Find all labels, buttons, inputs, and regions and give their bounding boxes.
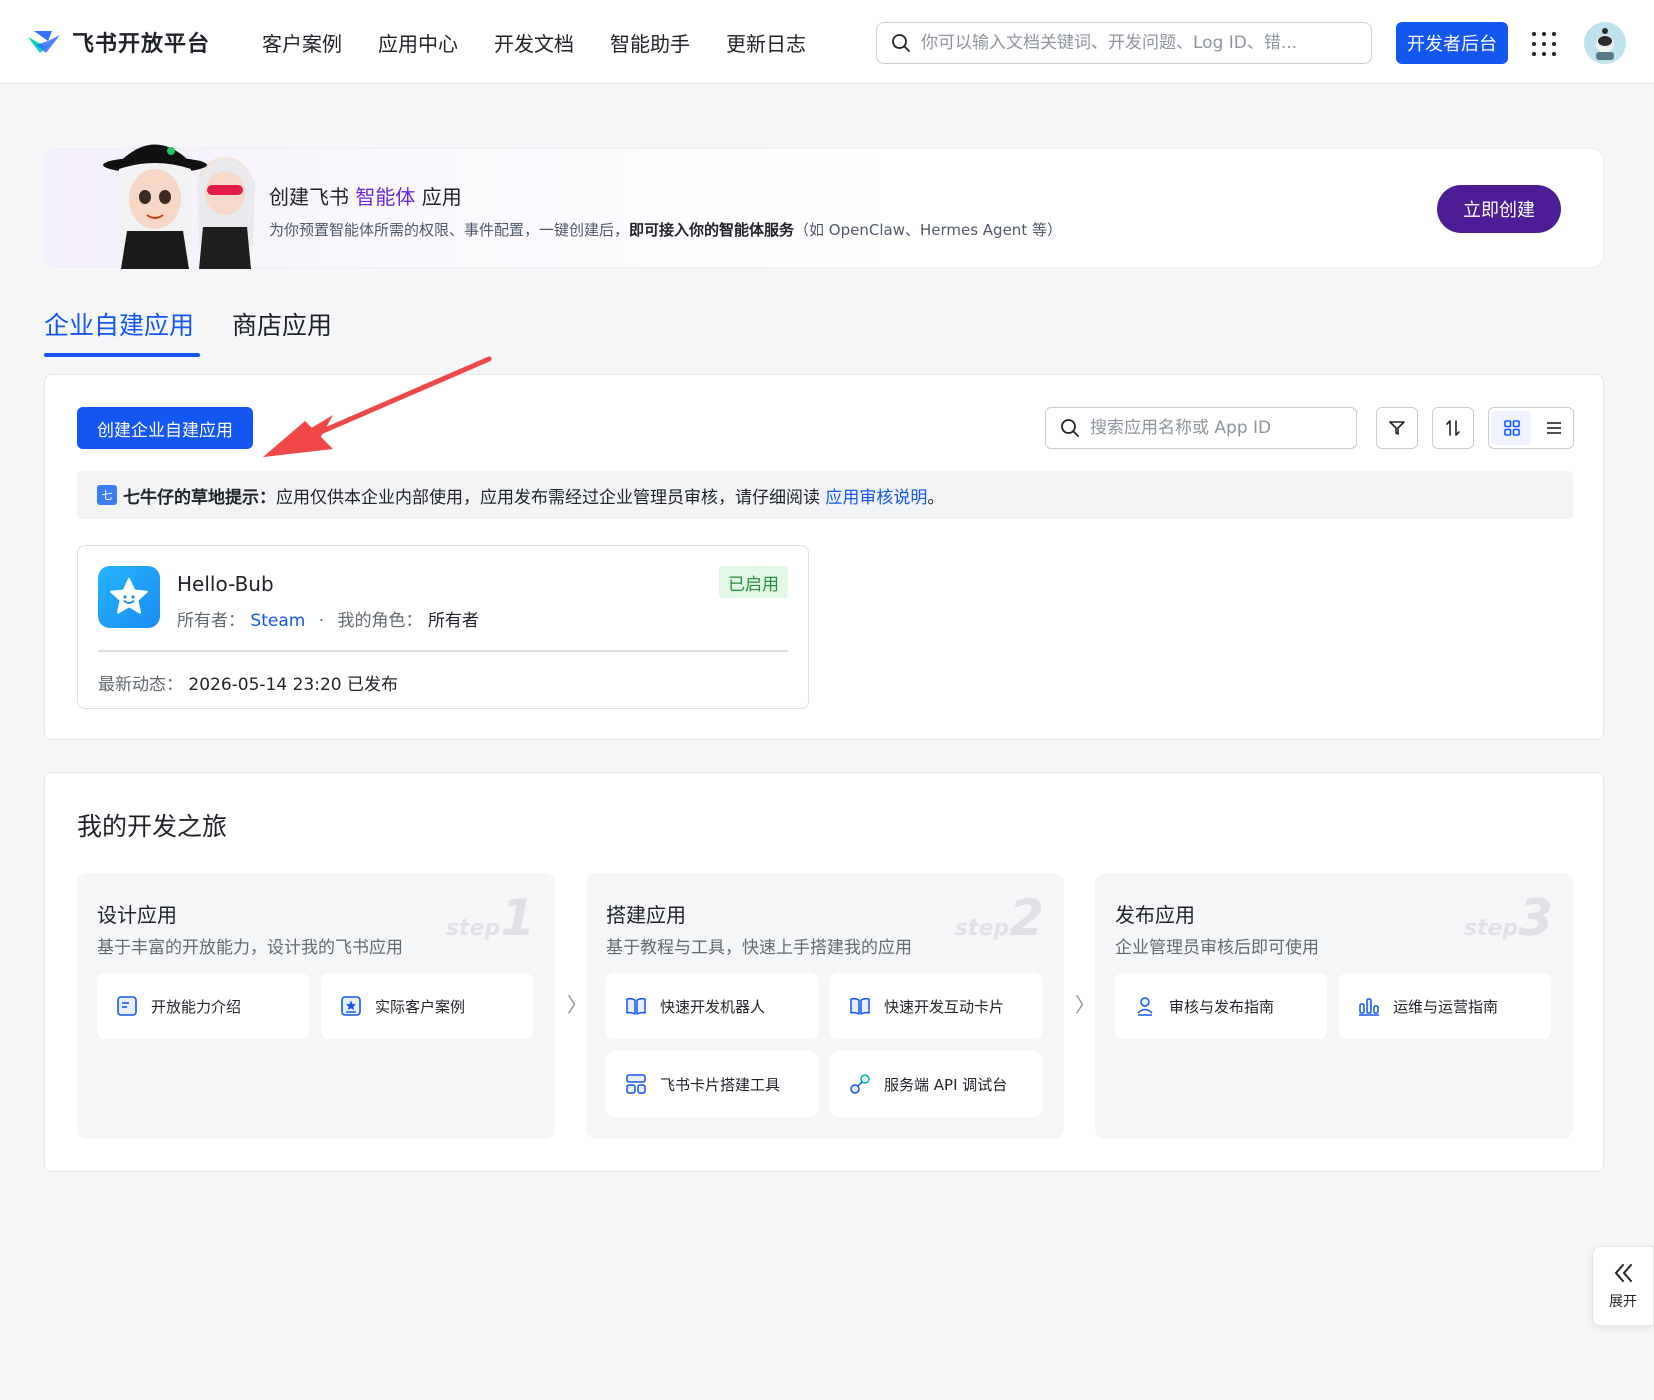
feishu-logo-icon	[28, 31, 60, 53]
notice-text: 应用仅供本企业内部使用，应用发布需经过企业管理员审核，请仔细阅读	[276, 487, 826, 508]
nav-app-center[interactable]: 应用中心	[378, 28, 458, 57]
list-view-icon	[1546, 422, 1561, 434]
banner-characters-illustration	[103, 144, 255, 269]
app-card[interactable]: Hello-Bub 所有者： Steam · 我的角色： 所有者 已启用 最新动…	[77, 545, 809, 709]
expand-label: 展开	[1609, 1294, 1637, 1310]
quick-card-link[interactable]: 快速开发互动卡片	[830, 973, 1042, 1039]
filter-icon	[1389, 421, 1405, 435]
app-search-box[interactable]	[1045, 407, 1357, 449]
step-publish: 发布应用 企业管理员审核后即可使用 step3 审核与发布指南 运维与运营指南	[1095, 873, 1573, 1139]
create-now-button[interactable]: 立即创建	[1437, 185, 1561, 233]
chevron-right-icon: 〉	[1075, 993, 1095, 1017]
app-role: 所有者	[427, 611, 479, 631]
feishu-logo[interactable]: 飞书开放平台	[26, 26, 210, 58]
dev-journey-panel: 我的开发之旅 设计应用 基于丰富的开放能力，设计我的飞书应用 step1 开放能…	[44, 772, 1604, 1172]
grid-view-button[interactable]	[1492, 411, 1531, 445]
step-title: 设计应用	[97, 903, 177, 927]
banner-description: 为你预置智能体所需的权限、事件配置，一键创建后，即可接入你的智能体服务（如 Op…	[269, 221, 1062, 239]
search-icon	[1061, 419, 1079, 437]
grid-view-icon	[1503, 420, 1520, 436]
app-icon	[98, 566, 160, 628]
logo-text: 飞书开放平台	[72, 32, 211, 57]
active-tab-indicator	[44, 353, 200, 357]
banner-title: 创建飞书 智能体 应用	[269, 185, 462, 209]
api-link-icon	[850, 1074, 870, 1094]
top-search-input[interactable]	[921, 33, 1341, 53]
tab-enterprise-apps[interactable]: 企业自建应用	[44, 306, 194, 342]
step-desc: 基于丰富的开放能力，设计我的飞书应用	[97, 938, 403, 958]
list-view-button[interactable]	[1534, 408, 1573, 448]
app-name: Hello-Bub	[177, 572, 274, 596]
open-capability-link[interactable]: 开放能力介绍	[97, 973, 309, 1039]
main-nav: 客户案例 应用中心 开发文档 智能助手 更新日志	[262, 28, 806, 57]
app-latest-activity: 最新动态： 2026-05-14 23:20 已发布	[98, 675, 399, 695]
step-desc: 基于教程与工具，快速上手搭建我的应用	[606, 938, 912, 958]
step-mark: step3	[1463, 889, 1553, 947]
review-notice: 七 七牛仔的草地提示： 应用仅供本企业内部使用，应用发布需经过企业管理员审核，请…	[77, 471, 1573, 519]
user-avatar[interactable]	[1584, 22, 1626, 64]
api-explorer-link[interactable]: 服务端 API 调试台	[830, 1051, 1042, 1117]
avatar-image	[1584, 22, 1626, 64]
developer-console-button[interactable]: 开发者后台	[1396, 22, 1508, 64]
tenant-icon: 七	[97, 485, 117, 505]
status-badge: 已启用	[719, 566, 788, 598]
top-search-box[interactable]	[876, 22, 1372, 64]
notice-title: 七牛仔的草地提示：	[123, 487, 276, 508]
app-meta: 所有者： Steam · 我的角色： 所有者	[177, 611, 479, 631]
step-design: 设计应用 基于丰富的开放能力，设计我的飞书应用 step1 开放能力介绍 实际客…	[77, 873, 555, 1139]
star-doc-icon	[341, 996, 361, 1016]
sort-button[interactable]	[1432, 407, 1474, 449]
nav-dev-docs[interactable]: 开发文档	[494, 28, 574, 57]
annotation-arrow	[263, 356, 492, 457]
journey-title: 我的开发之旅	[77, 812, 228, 841]
top-navbar: 飞书开放平台 客户案例 应用中心 开发文档 智能助手 更新日志 开发者后台	[0, 0, 1654, 84]
expand-sidebar-button[interactable]: 展开	[1592, 1246, 1654, 1326]
step-title: 发布应用	[1115, 903, 1195, 927]
doc-icon	[117, 996, 137, 1016]
quick-bot-link[interactable]: 快速开发机器人	[606, 973, 818, 1039]
nav-changelog[interactable]: 更新日志	[726, 28, 806, 57]
star-icon	[110, 578, 148, 614]
enterprise-apps-panel: 创建企业自建应用 七 七牛仔的草地提示： 应用仅供本企业内部使用，应用发布需经过…	[44, 356, 1604, 740]
app-owner-link[interactable]: Steam	[250, 611, 305, 631]
nav-ai-assistant[interactable]: 智能助手	[610, 28, 690, 57]
step-build: 搭建应用 基于教程与工具，快速上手搭建我的应用 step2 快速开发机器人 快速…	[586, 873, 1064, 1139]
card-divider	[98, 650, 788, 652]
apps-grid-icon[interactable]	[1532, 32, 1556, 56]
app-search-input[interactable]	[1090, 418, 1350, 438]
agent-app-banner: 创建飞书 智能体 应用 为你预置智能体所需的权限、事件配置，一键创建后，即可接入…	[44, 144, 1604, 269]
customer-cases-link[interactable]: 实际客户案例	[321, 973, 533, 1039]
double-chevron-left-icon	[1614, 1264, 1632, 1282]
step-desc: 企业管理员审核后即可使用	[1115, 938, 1319, 958]
step-title: 搭建应用	[606, 903, 686, 927]
search-icon	[892, 34, 910, 52]
step-mark: step1	[445, 889, 535, 947]
review-guide-link[interactable]: 应用审核说明	[825, 483, 927, 508]
tab-store-apps[interactable]: 商店应用	[232, 306, 332, 342]
ops-guide-item[interactable]: 运维与运营指南	[1339, 973, 1551, 1039]
filter-button[interactable]	[1376, 407, 1418, 449]
create-enterprise-app-button[interactable]: 创建企业自建应用	[77, 407, 253, 449]
sort-icon	[1446, 420, 1460, 436]
chevron-right-icon: 〉	[567, 993, 587, 1017]
step-mark: step2	[954, 889, 1044, 947]
chart-icon	[1359, 998, 1379, 1016]
card-builder-link[interactable]: 飞书卡片搭建工具	[606, 1051, 818, 1117]
user-review-icon	[1137, 997, 1153, 1016]
book-icon	[850, 997, 870, 1015]
review-guide-item[interactable]: 审核与发布指南	[1115, 973, 1327, 1039]
banner-title-highlight: 智能体	[355, 185, 416, 209]
view-mode-toggle	[1488, 407, 1574, 449]
book-icon	[626, 997, 646, 1015]
nav-customer-cases[interactable]: 客户案例	[262, 28, 342, 57]
card-builder-icon	[626, 1074, 646, 1094]
